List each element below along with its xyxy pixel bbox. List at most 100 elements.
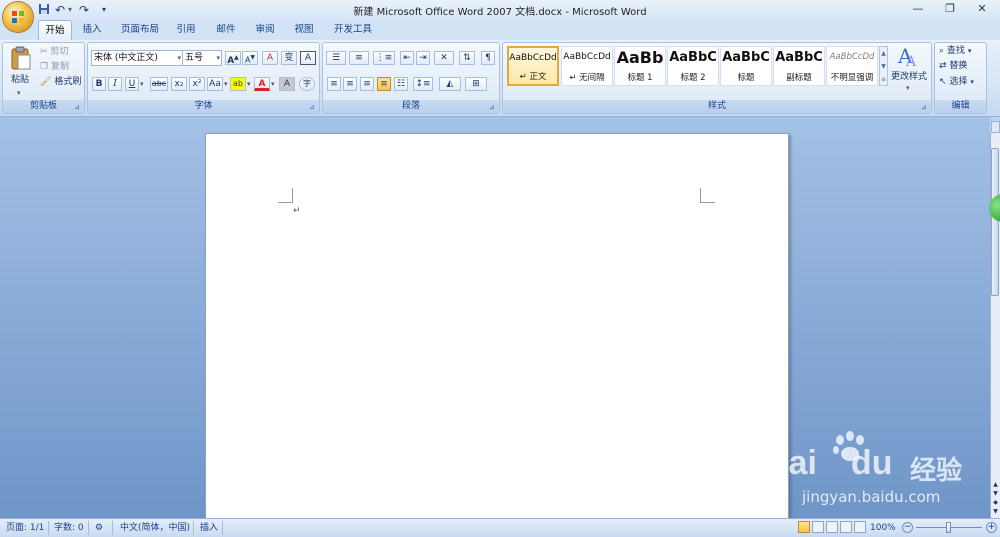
bullets-button[interactable]: ☰ xyxy=(326,51,346,65)
styles-launcher-icon[interactable]: ⊿ xyxy=(921,104,928,111)
cut-button[interactable]: ✂ 剪切 xyxy=(40,45,68,60)
justify-button[interactable]: ≡ xyxy=(377,77,391,91)
clear-formatting-button[interactable]: A xyxy=(262,51,278,65)
tab-insert[interactable]: 插入 xyxy=(76,20,108,40)
watermark-url: jingyan.baidu.com xyxy=(802,488,941,506)
tab-mailings[interactable]: 邮件 xyxy=(210,20,242,40)
align-left-button[interactable]: ≡ xyxy=(327,77,341,91)
web-layout-view-icon[interactable] xyxy=(826,521,838,533)
tab-developer[interactable]: 开发工具 xyxy=(328,20,378,40)
style-subtitle[interactable]: AaBbC 副标题 xyxy=(773,46,825,86)
document-page[interactable]: ↵ xyxy=(205,133,789,525)
style-heading-1[interactable]: AaBb 标题 1 xyxy=(614,46,666,86)
undo-button[interactable]: ↶ xyxy=(55,3,65,17)
style-heading-2[interactable]: AaBbC 标题 2 xyxy=(667,46,719,86)
grow-font-button[interactable]: A▲ xyxy=(225,51,241,66)
find-button[interactable]: ⌕ 查找 ▾ xyxy=(939,44,971,59)
sort-button[interactable]: ⇅ xyxy=(459,51,475,65)
outline-view-icon[interactable] xyxy=(840,521,852,533)
clipboard-launcher-icon[interactable]: ⊿ xyxy=(74,104,81,111)
undo-dropdown-icon[interactable]: ▾ xyxy=(68,3,72,17)
status-word-count[interactable]: 字数: 0 xyxy=(54,522,84,534)
character-border-button[interactable]: A xyxy=(300,51,316,65)
increase-indent-button[interactable]: ⇥ xyxy=(416,51,430,65)
view-ruler-button[interactable] xyxy=(991,121,1000,133)
restore-button[interactable]: ❐ xyxy=(938,1,962,17)
browse-object-controls[interactable]: ▲ ▼ ◆ ▼ xyxy=(991,480,1000,516)
paste-icon[interactable] xyxy=(9,45,33,73)
align-center-button[interactable]: ≡ xyxy=(343,77,357,91)
zoom-out-button[interactable]: − xyxy=(902,522,913,533)
paste-dropdown-icon[interactable]: ▾ xyxy=(17,86,21,101)
close-button[interactable]: ✕ xyxy=(970,1,994,17)
customize-quick-access-button[interactable]: ▾ xyxy=(102,3,106,17)
shrink-font-button[interactable]: A▼ xyxy=(242,51,258,65)
vertical-scrollbar-thumb[interactable] xyxy=(991,148,999,296)
change-case-button[interactable]: Aa xyxy=(207,77,223,91)
change-styles-icon[interactable]: AA xyxy=(897,44,921,70)
text-highlight-button[interactable]: ab xyxy=(230,77,246,91)
zoom-level[interactable]: 100% xyxy=(870,522,896,534)
highlight-dropdown-icon[interactable]: ▾ xyxy=(247,77,251,92)
tab-review[interactable]: 审阅 xyxy=(249,20,281,40)
tab-home[interactable]: 开始 xyxy=(38,20,72,40)
style-sample: AaBbC xyxy=(669,50,717,65)
zoom-in-button[interactable]: + xyxy=(986,522,997,533)
style-normal[interactable]: AaBbCcDd ↵ 正文 xyxy=(507,46,559,86)
select-button[interactable]: ↖ 选择 ▾ xyxy=(939,75,974,90)
paragraph-launcher-icon[interactable]: ⊿ xyxy=(489,104,496,111)
minimize-button[interactable]: — xyxy=(906,1,930,17)
font-launcher-icon[interactable]: ⊿ xyxy=(309,104,316,111)
replace-button[interactable]: ⇄ 替换 xyxy=(939,59,967,74)
strikethrough-button[interactable]: abc xyxy=(150,77,168,91)
numbering-button[interactable]: ≡ xyxy=(349,51,369,65)
proofing-icon[interactable]: ⚙ xyxy=(95,522,103,534)
character-shading-icon: A xyxy=(283,79,291,89)
font-name-combo[interactable]: 宋体 (中文正文) ▾ xyxy=(91,50,183,66)
full-screen-reading-view-icon[interactable] xyxy=(812,521,824,533)
styles-gallery-scroll[interactable]: ▲ ▼ ≡ xyxy=(879,46,888,86)
save-icon[interactable] xyxy=(38,3,50,17)
underline-dropdown-icon[interactable]: ▾ xyxy=(140,77,144,92)
chinese-layout-button[interactable]: ✕ xyxy=(434,51,454,65)
style-title[interactable]: AaBbC 标题 xyxy=(720,46,772,86)
italic-button[interactable]: I xyxy=(108,77,122,91)
show-marks-button[interactable]: ¶ xyxy=(481,51,495,65)
superscript-button[interactable]: x² xyxy=(189,77,205,91)
character-shading-button[interactable]: A xyxy=(279,77,295,91)
print-layout-view-icon[interactable] xyxy=(798,521,810,533)
distributed-button[interactable]: ☷ xyxy=(394,77,408,91)
line-spacing-icon: ↕≡ xyxy=(415,79,431,89)
format-painter-button[interactable]: 🖌 格式刷 xyxy=(40,75,81,90)
font-size-combo[interactable]: 五号 ▾ xyxy=(182,50,222,66)
change-case-dropdown-icon[interactable]: ▾ xyxy=(224,77,228,92)
redo-button[interactable]: ↷ xyxy=(79,3,89,17)
font-color-dropdown-icon[interactable]: ▾ xyxy=(271,77,275,92)
line-spacing-button[interactable]: ↕≡ xyxy=(413,77,433,91)
borders-button[interactable]: ⊞ xyxy=(465,77,487,91)
style-no-spacing[interactable]: AaBbCcDd ↵ 无间隔 xyxy=(561,46,613,86)
office-button[interactable] xyxy=(3,2,33,32)
status-page[interactable]: 页面: 1/1 xyxy=(6,522,44,534)
shading-button[interactable]: ◭ xyxy=(439,77,461,91)
draft-view-icon[interactable] xyxy=(854,521,866,533)
tab-page-layout[interactable]: 页面布局 xyxy=(116,20,164,40)
tab-view[interactable]: 视图 xyxy=(288,20,320,40)
bold-button[interactable]: B xyxy=(92,77,106,91)
phonetic-guide-button[interactable]: 变 xyxy=(281,51,297,65)
font-color-button[interactable]: A xyxy=(254,77,270,91)
status-language[interactable]: 中文(简体，中国) xyxy=(120,522,190,534)
copy-button[interactable]: ❐ 复制 xyxy=(40,60,69,75)
subscript-button[interactable]: x₂ xyxy=(171,77,187,91)
enclose-characters-button[interactable]: 字 xyxy=(299,77,315,91)
multilevel-list-button[interactable]: ⋮≡ xyxy=(373,51,395,65)
status-insert-mode[interactable]: 插入 xyxy=(200,522,218,534)
underline-button[interactable]: U xyxy=(125,77,139,91)
style-subtle-emphasis[interactable]: AaBbCcDd 不明显强调 xyxy=(826,46,878,86)
tab-references[interactable]: 引用 xyxy=(170,20,202,40)
paragraph-group: ☰ ≡ ⋮≡ ⇤ ⇥ ✕ ⇅ ¶ ≡ ≡ ≡ ≡ ☷ ↕≡ ◭ ⊞ 段落 ⊿ xyxy=(322,42,500,114)
decrease-indent-button[interactable]: ⇤ xyxy=(400,51,414,65)
change-styles-dropdown-icon[interactable]: ▾ xyxy=(906,81,910,96)
zoom-slider-thumb[interactable] xyxy=(946,522,951,533)
align-right-button[interactable]: ≡ xyxy=(360,77,374,91)
